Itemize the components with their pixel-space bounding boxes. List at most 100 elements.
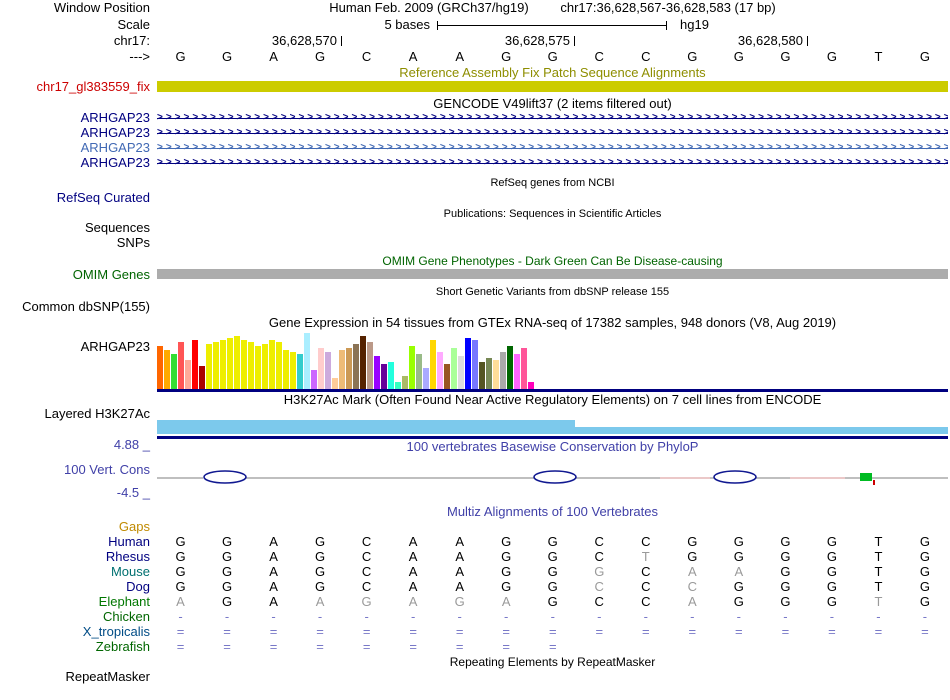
gtex-bar[interactable] [444, 364, 450, 390]
common-dbsnp-label[interactable]: Common dbSNP(155) [0, 300, 150, 314]
gtex-bar[interactable] [234, 336, 240, 390]
species-label-elephant[interactable]: Elephant [0, 595, 150, 609]
gtex-bar[interactable] [206, 344, 212, 390]
snps-track-label[interactable]: SNPs [0, 236, 150, 250]
gtex-bar[interactable] [521, 348, 527, 390]
repeatmasker-header[interactable]: Repeating Elements by RepeatMasker [157, 655, 948, 669]
alignment-row-human[interactable]: GGAGCAAGGCCGGGGTG [157, 535, 948, 549]
alignment-row-rhesus[interactable]: GGAGCAAGGCTGGGGTG [157, 550, 948, 564]
alignment-row-mouse[interactable]: GGAGCAAGGGCAAGGTG [157, 565, 948, 579]
gtex-bar[interactable] [437, 352, 443, 390]
fix-patch-track-label[interactable]: chr17_gl383559_fix [0, 80, 150, 94]
gencode-transcript-row[interactable]: >>>>>>>>>>>>>>>>>>>>>>>>>>>>>>>>>>>>>>>>… [157, 126, 948, 140]
gtex-bar[interactable] [213, 342, 219, 390]
gencode-transcript-label[interactable]: ARHGAP23 [0, 111, 150, 125]
gtex-bar[interactable] [248, 342, 254, 390]
gtex-bar[interactable] [157, 346, 163, 390]
gencode-transcript-row[interactable]: >>>>>>>>>>>>>>>>>>>>>>>>>>>>>>>>>>>>>>>>… [157, 141, 948, 155]
gtex-bar[interactable] [367, 342, 373, 390]
gtex-bar[interactable] [500, 352, 506, 390]
phylop-header[interactable]: 100 vertebrates Basewise Conservation by… [157, 440, 948, 454]
gtex-bar[interactable] [339, 350, 345, 390]
gaps-label[interactable]: Gaps [0, 520, 150, 534]
gtex-gene-label[interactable]: ARHGAP23 [0, 340, 150, 354]
dbsnp-header[interactable]: Short Genetic Variants from dbSNP releas… [157, 285, 948, 299]
gtex-bar[interactable] [241, 340, 247, 390]
refseq-header[interactable]: RefSeq genes from NCBI [157, 176, 948, 190]
h3k27ac-header[interactable]: H3K27Ac Mark (Often Found Near Active Re… [157, 393, 948, 407]
alignment-row-dog[interactable]: GGAGCAAGGCCCGGGTG [157, 580, 948, 594]
species-label-chicken[interactable]: Chicken [0, 610, 150, 624]
alignment-row-elephant[interactable]: AGAAGAGAGCCAGGGTG [157, 595, 948, 609]
fix-patch-bar[interactable] [157, 81, 948, 92]
gtex-bar[interactable] [269, 340, 275, 390]
gtex-bar[interactable] [192, 340, 198, 390]
gtex-bar[interactable] [465, 338, 471, 390]
h3k27ac-signal-full[interactable] [157, 427, 948, 434]
refseq-curated-label[interactable]: RefSeq Curated [0, 191, 150, 205]
gencode-transcript-label[interactable]: ARHGAP23 [0, 141, 150, 155]
omim-genes-label[interactable]: OMIM Genes [0, 268, 150, 282]
gtex-bar[interactable] [507, 346, 513, 390]
gtex-bar[interactable] [472, 340, 478, 390]
gtex-bar[interactable] [255, 346, 261, 390]
alignment-row-zebrafish[interactable]: = = = = = = = = = [157, 640, 948, 654]
gtex-bar[interactable] [402, 376, 408, 390]
gtex-bar[interactable] [353, 344, 359, 390]
gtex-bar[interactable] [290, 352, 296, 390]
gtex-bar[interactable] [220, 340, 226, 390]
gtex-bar[interactable] [325, 352, 331, 390]
fix-patch-header[interactable]: Reference Assembly Fix Patch Sequence Al… [157, 66, 948, 80]
gtex-bar[interactable] [430, 340, 436, 390]
phylop-track[interactable] [157, 457, 948, 493]
species-label-x_tropicalis[interactable]: X_tropicalis [0, 625, 150, 639]
omim-genes-bar[interactable] [157, 269, 948, 279]
gtex-header[interactable]: Gene Expression in 54 tissues from GTEx … [157, 316, 948, 330]
species-label-zebrafish[interactable]: Zebrafish [0, 640, 150, 654]
base-position-ruler[interactable]: 36,628,570 36,628,575 36,628,580 [157, 34, 948, 48]
species-label-rhesus[interactable]: Rhesus [0, 550, 150, 564]
gtex-bar[interactable] [479, 362, 485, 390]
gtex-bar[interactable] [416, 354, 422, 390]
gtex-bar[interactable] [381, 364, 387, 390]
gtex-bar[interactable] [262, 344, 268, 390]
gtex-bar[interactable] [276, 342, 282, 390]
repeatmasker-label[interactable]: RepeatMasker [0, 670, 150, 684]
gencode-header[interactable]: GENCODE V49lift37 (2 items filtered out) [157, 97, 948, 111]
gtex-bar[interactable] [304, 333, 310, 390]
species-label-dog[interactable]: Dog [0, 580, 150, 594]
gtex-bar[interactable] [164, 350, 170, 390]
gtex-bar[interactable] [458, 356, 464, 390]
gtex-bar[interactable] [311, 370, 317, 390]
gtex-bar[interactable] [360, 336, 366, 390]
gtex-bar[interactable] [388, 362, 394, 390]
gtex-bar[interactable] [199, 366, 205, 390]
gtex-bar[interactable] [297, 354, 303, 390]
gencode-transcript-label[interactable]: ARHGAP23 [0, 126, 150, 140]
gtex-bar[interactable] [451, 348, 457, 390]
multiz-header[interactable]: Multiz Alignments of 100 Vertebrates [157, 505, 948, 519]
gtex-bar[interactable] [227, 338, 233, 390]
omim-header[interactable]: OMIM Gene Phenotypes - Dark Green Can Be… [157, 254, 948, 268]
gencode-transcript-row[interactable]: >>>>>>>>>>>>>>>>>>>>>>>>>>>>>>>>>>>>>>>>… [157, 111, 948, 125]
gtex-bar[interactable] [423, 368, 429, 390]
gtex-bar[interactable] [178, 342, 184, 390]
gtex-bar-chart[interactable] [157, 333, 948, 390]
layered-h3k27ac-label[interactable]: Layered H3K27Ac [0, 407, 150, 421]
gtex-bar[interactable] [346, 348, 352, 390]
species-label-human[interactable]: Human [0, 535, 150, 549]
sequences-track-label[interactable]: Sequences [0, 221, 150, 235]
species-label-mouse[interactable]: Mouse [0, 565, 150, 579]
gtex-bar[interactable] [318, 348, 324, 390]
vert-cons-label[interactable]: 100 Vert. Cons [0, 463, 150, 477]
gtex-bar[interactable] [185, 360, 191, 390]
gtex-bar[interactable] [374, 356, 380, 390]
h3k27ac-signal-left[interactable] [157, 420, 575, 427]
publications-header[interactable]: Publications: Sequences in Scientific Ar… [157, 207, 948, 221]
alignment-row-chicken[interactable]: ----------------- [157, 610, 948, 624]
gtex-bar[interactable] [514, 354, 520, 390]
gencode-transcript-label[interactable]: ARHGAP23 [0, 156, 150, 170]
gtex-bar[interactable] [283, 350, 289, 390]
gtex-bar[interactable] [409, 346, 415, 390]
gtex-bar[interactable] [171, 354, 177, 390]
